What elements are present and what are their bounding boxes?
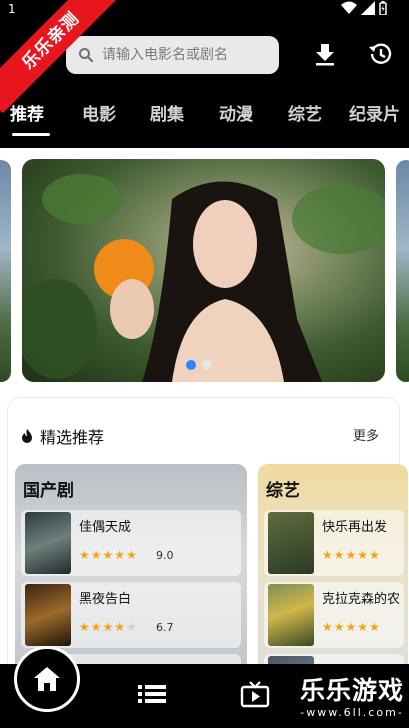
poster-image xyxy=(25,512,71,574)
tv-play-icon xyxy=(240,681,270,708)
status-time: 1 xyxy=(8,2,16,16)
search-bar[interactable] xyxy=(66,36,279,74)
download-button[interactable] xyxy=(311,40,339,68)
banner-next-peek[interactable] xyxy=(396,160,409,382)
nav-list-button[interactable] xyxy=(137,680,167,708)
tab-anime[interactable]: 动漫 xyxy=(219,100,253,125)
tab-series[interactable]: 剧集 xyxy=(150,100,184,125)
rating-score: 6.7 xyxy=(156,621,174,634)
battery-icon xyxy=(379,1,387,15)
tab-variety[interactable]: 综艺 xyxy=(288,100,322,125)
list-item[interactable]: 佳偶天成 ★ ★ ★ ★ ★ 9.0 xyxy=(21,510,241,576)
list-item[interactable]: 黑夜告白 ★ ★ ★ ★ ★ 6.7 xyxy=(21,582,241,648)
item-title: 克拉克森的农 xyxy=(322,592,401,607)
carousel-dot[interactable] xyxy=(202,360,212,370)
nav-home-button[interactable] xyxy=(14,646,80,712)
card-title: 国产剧 xyxy=(23,481,74,501)
watermark-url: -www.6ll.com- xyxy=(300,706,404,719)
history-button[interactable] xyxy=(366,40,394,68)
star-rating: ★ ★ ★ ★ ★ xyxy=(322,620,380,634)
poster-image xyxy=(25,584,71,646)
search-icon xyxy=(79,48,94,63)
item-title: 快乐再出发 xyxy=(322,520,388,535)
banner-artwork xyxy=(22,174,385,382)
flame-icon xyxy=(22,429,32,443)
list-icon xyxy=(138,685,166,703)
list-item[interactable]: 快乐再出发 ★ ★ ★ ★ ★ xyxy=(264,510,404,576)
tab-active-indicator xyxy=(12,133,50,136)
featured-heading: 精选推荐 xyxy=(20,424,104,448)
card-title: 综艺 xyxy=(266,481,300,501)
rating-score: 9.0 xyxy=(156,549,174,562)
tab-documentary[interactable]: 纪录片 xyxy=(349,100,400,125)
carousel-dot[interactable] xyxy=(186,360,196,370)
history-icon xyxy=(369,43,392,64)
home-icon xyxy=(34,667,60,691)
featured-title: 精选推荐 xyxy=(40,428,105,447)
item-title: 佳偶天成 xyxy=(79,520,132,535)
search-input[interactable] xyxy=(102,47,272,63)
poster-image xyxy=(268,584,314,646)
poster-image xyxy=(268,512,314,574)
watermark: 乐乐游戏 -www.6ll.com- xyxy=(296,676,408,719)
banner-prev-peek[interactable] xyxy=(0,160,11,382)
tab-recommend[interactable]: 推荐 xyxy=(10,100,44,125)
category-tabs: 推荐 电影 剧集 动漫 综艺 纪录片 xyxy=(0,100,409,140)
status-icons xyxy=(341,1,387,15)
download-icon xyxy=(316,44,334,66)
nav-video-button[interactable] xyxy=(240,680,270,708)
star-rating: ★ ★ ★ ★ ★ xyxy=(79,548,137,562)
item-title: 黑夜告白 xyxy=(79,592,132,607)
banner-image[interactable] xyxy=(22,159,385,382)
signal-icon xyxy=(361,1,375,15)
more-link[interactable]: 更多 xyxy=(353,425,379,444)
banner-carousel[interactable] xyxy=(0,152,409,388)
star-rating: ★ ★ ★ ★ ★ xyxy=(79,620,137,634)
list-item[interactable]: 克拉克森的农 ★ ★ ★ ★ ★ xyxy=(264,582,404,648)
star-rating: ★ ★ ★ ★ ★ xyxy=(322,548,380,562)
wifi-icon xyxy=(341,1,357,14)
watermark-brand: 乐乐游戏 xyxy=(299,676,404,705)
carousel-dots xyxy=(186,360,212,370)
tab-movies[interactable]: 电影 xyxy=(82,100,116,125)
